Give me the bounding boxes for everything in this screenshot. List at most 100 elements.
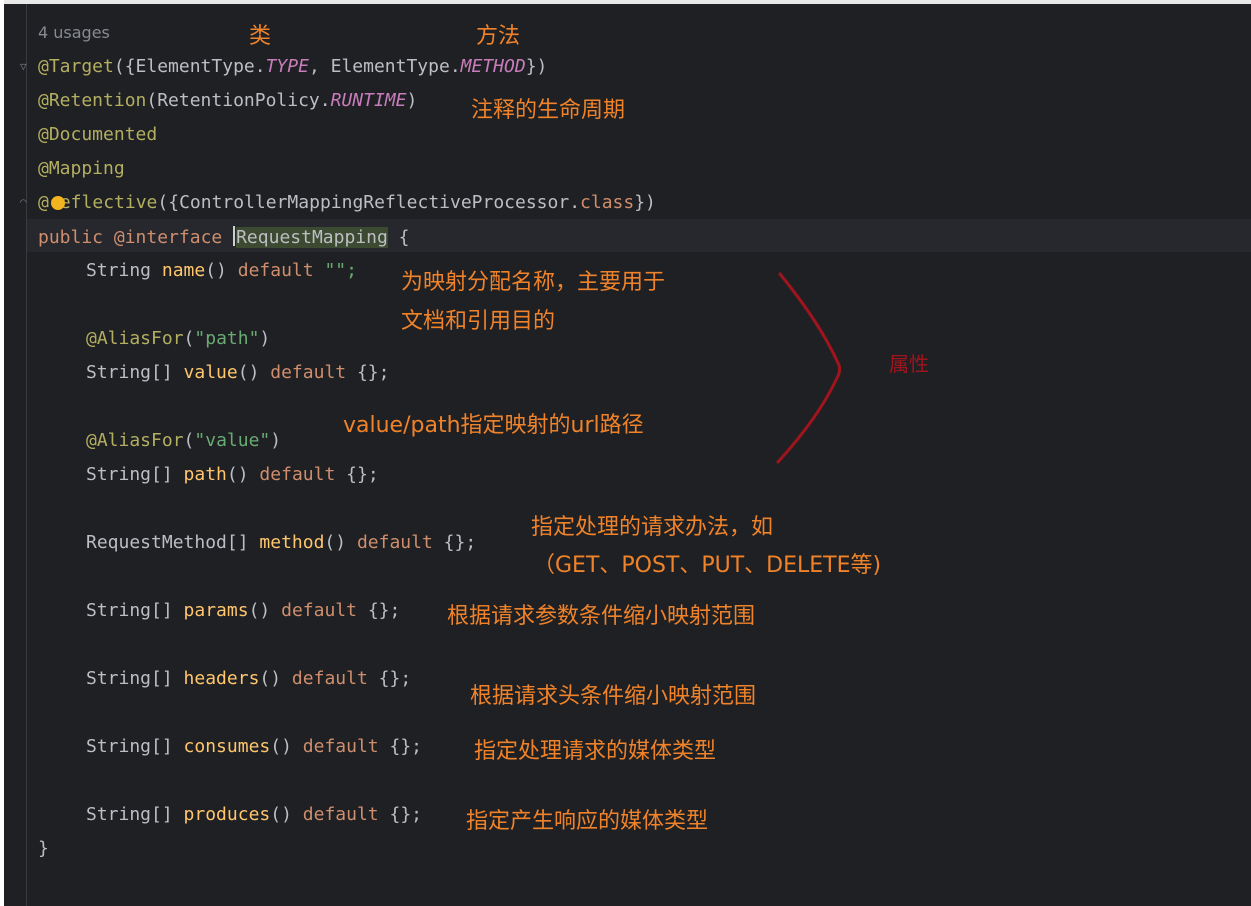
- method-type: RequestMethod[]: [86, 532, 260, 553]
- consumes-default: default: [291, 736, 390, 757]
- alias-open: (: [183, 328, 195, 349]
- code-line-value[interactable]: String[] value() default {};: [86, 362, 389, 384]
- code-line-produces[interactable]: String[] produces() default {};: [86, 804, 422, 826]
- params-default-value: {};: [367, 600, 401, 621]
- reflective-close: }): [634, 192, 656, 213]
- retention-close: ): [406, 90, 418, 111]
- name-type: String: [86, 260, 162, 281]
- headers-default-value: {};: [378, 668, 412, 689]
- target-mid: , ElementType.: [308, 56, 461, 77]
- params-method: params: [183, 600, 249, 621]
- produces-default-value: {};: [389, 804, 422, 825]
- reflective-args: ({ControllerMappingReflectiveProcessor.: [157, 192, 581, 213]
- note-value-path: value/path指定映射的url路径: [343, 413, 644, 438]
- note-params: 根据请求参数条件缩小映射范围: [447, 604, 756, 629]
- target-close: }): [525, 56, 548, 77]
- code-line-retention[interactable]: @Retention(RetentionPolicy.RUNTIME): [38, 90, 417, 112]
- lightbulb-icon[interactable]: [51, 196, 65, 210]
- usages-hint[interactable]: 4 usages: [38, 23, 110, 42]
- fold-close-icon[interactable]: ⌒: [20, 196, 31, 207]
- code-editor[interactable]: ▽ ⌒ 4 usages @Target({ElementType.TYPE, …: [0, 0, 1251, 906]
- retention-open: (RetentionPolicy.: [146, 90, 331, 111]
- name-default: default: [226, 260, 325, 281]
- code-line-path[interactable]: String[] path() default {};: [86, 464, 379, 486]
- retention-runtime-const: RUNTIME: [330, 90, 407, 111]
- params-parens: (): [248, 600, 271, 621]
- code-line-declaration[interactable]: public @interface RequestMapping {: [38, 226, 410, 249]
- value-method: value: [183, 362, 238, 383]
- headers-default: default: [281, 668, 379, 689]
- alias-for-annotation: @AliasFor: [86, 328, 184, 349]
- consumes-method: consumes: [183, 736, 271, 757]
- public-keyword: public: [38, 227, 104, 248]
- target-open: ({ElementType.: [113, 56, 266, 77]
- reflective-at: @: [38, 192, 49, 213]
- value-default-value: {};: [356, 362, 390, 383]
- alias-close: ): [259, 328, 271, 349]
- mapping-annotation: @Mapping: [38, 158, 125, 179]
- open-brace: {: [398, 227, 410, 248]
- headers-parens: (): [259, 668, 282, 689]
- produces-parens: (): [270, 804, 292, 825]
- method-parens: (): [324, 532, 347, 553]
- code-line-params[interactable]: String[] params() default {};: [86, 600, 400, 622]
- text-caret: [233, 226, 236, 246]
- closing-brace: }: [38, 838, 49, 859]
- note-method-line1: 指定处理的请求办法，如: [531, 515, 774, 540]
- reflective-class-keyword: class: [580, 192, 635, 213]
- name-default-value: "";: [324, 260, 357, 281]
- note-consumes: 指定处理请求的媒体类型: [474, 739, 717, 764]
- note-class-label: 类: [249, 24, 272, 49]
- code-line-alias-value[interactable]: @AliasFor("value"): [86, 430, 281, 452]
- code-line-closing[interactable]: }: [38, 838, 49, 860]
- consumes-default-value: {};: [389, 736, 422, 757]
- params-type: String[]: [86, 600, 184, 621]
- target-method-const: METHOD: [460, 56, 526, 77]
- code-line-mapping[interactable]: @Mapping: [38, 158, 125, 180]
- note-produces: 指定产生响应的媒体类型: [466, 809, 709, 834]
- alias-path-string: "path": [194, 328, 260, 349]
- code-line-documented[interactable]: @Documented: [38, 124, 157, 146]
- note-method-line2: （GET、POST、PUT、DELETE等): [533, 553, 882, 578]
- note-headers: 根据请求头条件缩小映射范围: [470, 684, 757, 709]
- consumes-parens: (): [270, 736, 292, 757]
- note-name-line2: 文档和引用目的: [401, 309, 556, 334]
- interface-keyword: @interface: [113, 227, 223, 248]
- params-default: default: [270, 600, 368, 621]
- class-name: RequestMapping: [236, 227, 388, 248]
- path-default-value: {};: [346, 464, 379, 485]
- code-line-name[interactable]: String name() default "";: [86, 260, 357, 282]
- note-retention: 注释的生命周期: [471, 98, 626, 123]
- fold-open-icon[interactable]: ▽: [20, 61, 31, 72]
- method-method: method: [259, 532, 325, 553]
- method-default-value: {};: [443, 532, 477, 553]
- alias-open: (: [183, 430, 195, 451]
- alias-value-string: "value": [194, 430, 271, 451]
- code-line-alias-path[interactable]: @AliasFor("path"): [86, 328, 270, 350]
- method-default: default: [346, 532, 444, 553]
- path-method: path: [183, 464, 227, 485]
- path-type: String[]: [86, 464, 184, 485]
- name-parens: (): [205, 260, 227, 281]
- target-annotation: @Target: [38, 56, 114, 77]
- reflective-annotation: eflective: [59, 192, 158, 213]
- editor-background: [4, 4, 1251, 906]
- documented-annotation: @Documented: [38, 124, 158, 145]
- path-default: default: [248, 464, 347, 485]
- value-type: String[]: [86, 362, 184, 383]
- value-parens: (): [237, 362, 260, 383]
- note-attributes: 属性: [889, 352, 929, 376]
- code-line-consumes[interactable]: String[] consumes() default {};: [86, 736, 422, 758]
- code-line-target[interactable]: @Target({ElementType.TYPE, ElementType.M…: [38, 56, 547, 78]
- alias-close: ): [270, 430, 282, 451]
- path-parens: (): [226, 464, 249, 485]
- code-line-reflective[interactable]: @ eflective({ControllerMappingReflectiveP…: [38, 192, 656, 214]
- code-line-method[interactable]: RequestMethod[] method() default {};: [86, 532, 476, 554]
- note-name-line1: 为映射分配名称，主要用于: [401, 270, 666, 295]
- value-default: default: [259, 362, 357, 383]
- code-line-headers[interactable]: String[] headers() default {};: [86, 668, 411, 690]
- attributes-brace: [776, 272, 842, 464]
- headers-method: headers: [183, 668, 260, 689]
- produces-type: String[]: [86, 804, 184, 825]
- target-type-const: TYPE: [265, 56, 309, 77]
